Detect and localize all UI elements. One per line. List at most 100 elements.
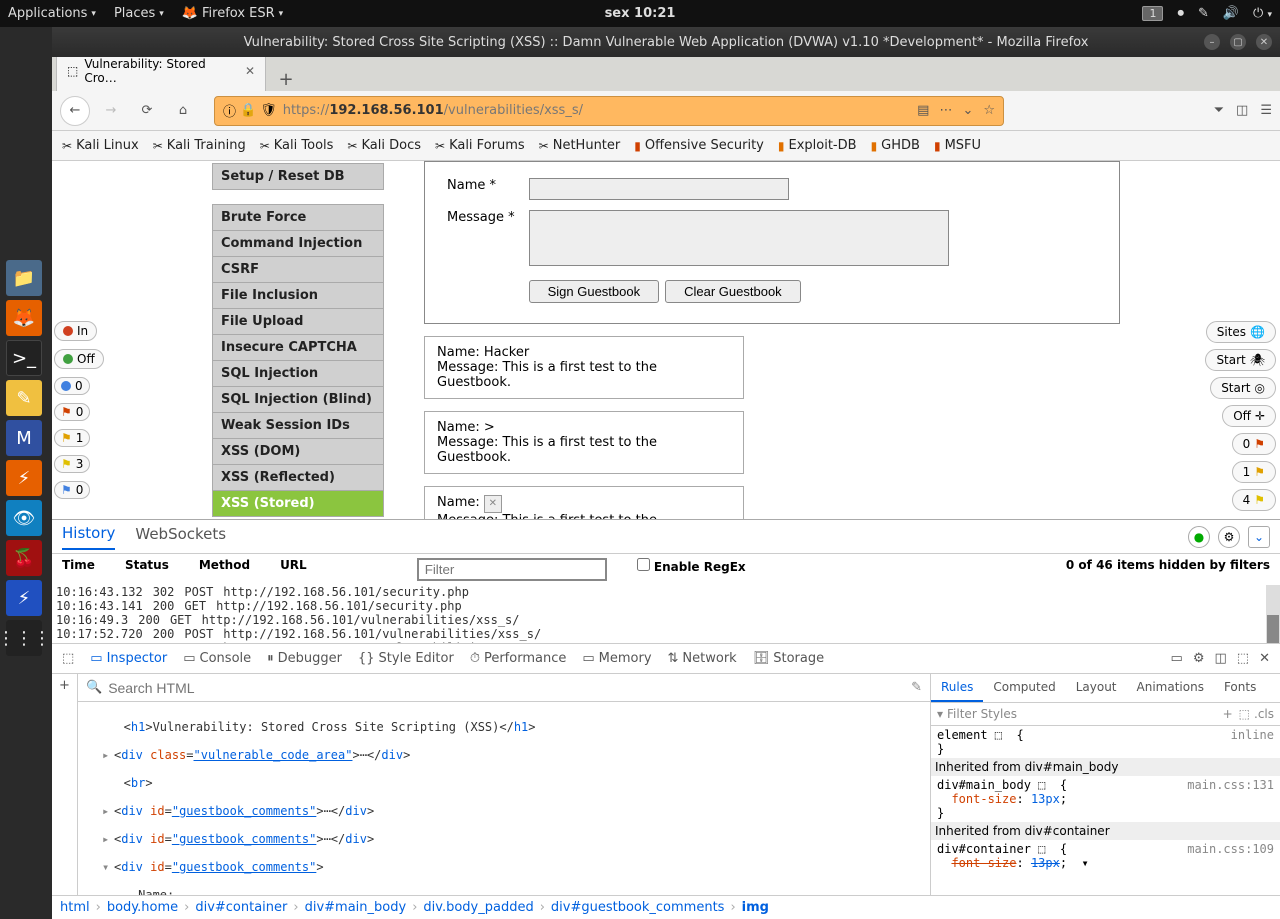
name-input[interactable] bbox=[529, 178, 789, 200]
workspace-indicator[interactable]: 1 bbox=[1142, 6, 1163, 21]
history-scrollbar[interactable] bbox=[1266, 585, 1280, 644]
zap-left-2[interactable]: ⚑1 bbox=[54, 429, 90, 447]
tool-console[interactable]: ▭Console bbox=[183, 651, 251, 666]
zap-right-1[interactable]: 1 ⚑ bbox=[1232, 461, 1276, 483]
sidebar-item-weak-session-ids[interactable]: Weak Session IDs bbox=[212, 413, 384, 439]
bookmark-kali-tools[interactable]: ✂Kali Tools bbox=[260, 138, 334, 153]
css-tab-computed[interactable]: Computed bbox=[983, 674, 1065, 702]
sidebar-item-file-inclusion[interactable]: File Inclusion bbox=[212, 283, 384, 309]
tool-storage[interactable]: 🗄Storage bbox=[753, 651, 824, 666]
zap-left-4[interactable]: ⚑0 bbox=[54, 481, 90, 499]
app-menu[interactable]: 🦊 Firefox ESR ▾ bbox=[182, 6, 283, 21]
enable-regex-checkbox[interactable] bbox=[637, 558, 650, 571]
breadcrumb-item[interactable]: body.home bbox=[107, 900, 178, 915]
clock[interactable]: sex 10:21 bbox=[605, 6, 676, 21]
show-apps-icon[interactable]: ⋮⋮⋮ bbox=[6, 620, 42, 656]
minimize-button[interactable]: – bbox=[1204, 34, 1220, 50]
breadcrumb-item[interactable]: div#guestbook_comments bbox=[551, 900, 725, 915]
inspector-newframe-button[interactable]: + bbox=[52, 674, 78, 895]
reader-icon[interactable]: ▤ bbox=[917, 103, 929, 118]
search-html-input[interactable] bbox=[108, 680, 911, 696]
message-textarea[interactable] bbox=[529, 210, 949, 266]
breadcrumb-item[interactable]: div#container bbox=[195, 900, 287, 915]
hud-record-icon[interactable]: ● bbox=[1188, 526, 1210, 548]
bookmark-exploit-db[interactable]: ▮Exploit-DB bbox=[778, 138, 857, 153]
power-icon[interactable]: ⏻ ▾ bbox=[1253, 6, 1272, 21]
dock-icon[interactable]: ◫ bbox=[1215, 651, 1227, 666]
close-button[interactable]: ✕ bbox=[1256, 34, 1272, 50]
html-tree[interactable]: <h1>Vulnerability: Stored Cross Site Scr… bbox=[78, 702, 930, 895]
zap-left-0[interactable]: 0 bbox=[54, 377, 90, 395]
firefox-launcher-icon[interactable]: 🦊 bbox=[6, 300, 42, 336]
cherrytree-icon[interactable]: 🍒 bbox=[6, 540, 42, 576]
pick-element-icon[interactable]: ⬚ bbox=[62, 651, 74, 666]
library-icon[interactable]: ⏷ bbox=[1214, 103, 1224, 118]
breadcrumb-item[interactable]: div#main_body bbox=[305, 900, 407, 915]
hud-tab-websockets[interactable]: WebSockets bbox=[135, 525, 226, 549]
hud-toggle-icon[interactable]: ⌄ bbox=[1248, 526, 1270, 548]
maximize-button[interactable]: ▢ bbox=[1230, 34, 1246, 50]
responsive-icon[interactable]: ▭ bbox=[1171, 651, 1183, 666]
files-icon[interactable]: 📁 bbox=[6, 260, 42, 296]
zap-left-3[interactable]: ⚑3 bbox=[54, 455, 90, 473]
tab-close-icon[interactable]: ✕ bbox=[245, 64, 255, 78]
css-tab-fonts[interactable]: Fonts bbox=[1214, 674, 1266, 702]
terminal-icon[interactable]: >_ bbox=[6, 340, 42, 376]
zap-start-spider-button[interactable]: Start 🕷 bbox=[1205, 349, 1276, 371]
home-button[interactable]: ⌂ bbox=[168, 96, 198, 126]
sign-guestbook-button[interactable]: Sign Guestbook bbox=[529, 280, 660, 303]
text-editor-icon[interactable]: ✎ bbox=[6, 380, 42, 416]
tool-style-editor[interactable]: {}Style Editor bbox=[358, 651, 454, 666]
hamburger-menu-icon[interactable]: ☰ bbox=[1260, 103, 1272, 118]
bookmark-kali-forums[interactable]: ✂Kali Forums bbox=[435, 138, 525, 153]
burp-icon[interactable]: ⚡ bbox=[6, 580, 42, 616]
cls-button[interactable]: .cls bbox=[1254, 707, 1274, 721]
metasploit-icon[interactable]: M bbox=[6, 420, 42, 456]
places-menu[interactable]: Places ▾ bbox=[114, 6, 164, 21]
css-rules-list[interactable]: element ⬚ {inline } Inherited from div#m… bbox=[931, 726, 1280, 895]
devtools-close-icon[interactable]: ✕ bbox=[1259, 651, 1270, 666]
bookmark-offensive-security[interactable]: ▮Offensive Security bbox=[634, 138, 764, 153]
zap-right-0[interactable]: 0 ⚑ bbox=[1232, 433, 1276, 455]
bookmark-ghdb[interactable]: ▮GHDB bbox=[871, 138, 920, 153]
breadcrumb-item[interactable]: img bbox=[742, 900, 769, 915]
css-tab-rules[interactable]: Rules bbox=[931, 674, 983, 702]
bookmark-nethunter[interactable]: ✂NetHunter bbox=[539, 138, 621, 153]
filter-styles-input[interactable]: Filter Styles bbox=[943, 707, 1223, 721]
zap-right-2[interactable]: 4 ⚑ bbox=[1232, 489, 1276, 511]
devtools-settings-icon[interactable]: ⚙ bbox=[1193, 651, 1205, 666]
bookmark-star-icon[interactable]: ☆ bbox=[983, 103, 995, 118]
zap-start-attack-button[interactable]: Start ◎ bbox=[1210, 377, 1276, 399]
zap-sites-button[interactable]: Sites 🌐 bbox=[1206, 321, 1276, 343]
sidebar-item-xss-dom[interactable]: XSS (DOM) bbox=[212, 439, 384, 465]
url-bar[interactable]: ⓘ 🔒 🛡 https://192.168.56.101/vulnerabili… bbox=[214, 96, 1004, 126]
sidebar-item-xss-stored[interactable]: XSS (Stored) bbox=[212, 491, 384, 517]
back-button[interactable]: ← bbox=[60, 96, 90, 126]
bookmark-msfu[interactable]: ▮MSFU bbox=[934, 138, 981, 153]
history-filter-input[interactable] bbox=[417, 558, 607, 581]
dock-separate-icon[interactable]: ⬚ bbox=[1237, 651, 1249, 666]
tool-debugger[interactable]: ⏸Debugger bbox=[267, 651, 342, 666]
sidebar-item-file-upload[interactable]: File Upload bbox=[212, 309, 384, 335]
sidebar-item-command-injection[interactable]: Command Injection bbox=[212, 231, 384, 257]
bookmark-kali-training[interactable]: ✂Kali Training bbox=[153, 138, 246, 153]
hud-tab-history[interactable]: History bbox=[62, 524, 115, 550]
toggle-classes-icon[interactable]: ⬚ bbox=[1239, 707, 1250, 721]
clear-guestbook-button[interactable]: Clear Guestbook bbox=[665, 280, 801, 303]
window-titlebar[interactable]: Vulnerability: Stored Cross Site Scripti… bbox=[52, 27, 1280, 57]
info-icon[interactable]: ⓘ bbox=[223, 101, 236, 120]
tool-performance[interactable]: ⏱Performance bbox=[470, 651, 567, 666]
record-icon[interactable]: ⏺ bbox=[1177, 6, 1184, 21]
sidebar-item-insecure-captcha[interactable]: Insecure CAPTCHA bbox=[212, 335, 384, 361]
accessibility-icon[interactable]: ✎ bbox=[1198, 6, 1209, 21]
new-tab-button[interactable]: + bbox=[274, 67, 298, 91]
volume-icon[interactable]: 🔊 bbox=[1223, 6, 1239, 21]
add-rule-icon[interactable]: + bbox=[1223, 707, 1233, 721]
zap-off-right-button[interactable]: Off ✛ bbox=[1222, 405, 1276, 427]
breadcrumb-item[interactable]: html bbox=[60, 900, 90, 915]
sidebar-item-sql-injection-blind[interactable]: SQL Injection (Blind) bbox=[212, 387, 384, 413]
zap-off-button[interactable]: Off bbox=[54, 349, 104, 369]
css-tab-animations[interactable]: Animations bbox=[1127, 674, 1214, 702]
sidebar-item-csrf[interactable]: CSRF bbox=[212, 257, 384, 283]
zap-left-1[interactable]: ⚑0 bbox=[54, 403, 90, 421]
